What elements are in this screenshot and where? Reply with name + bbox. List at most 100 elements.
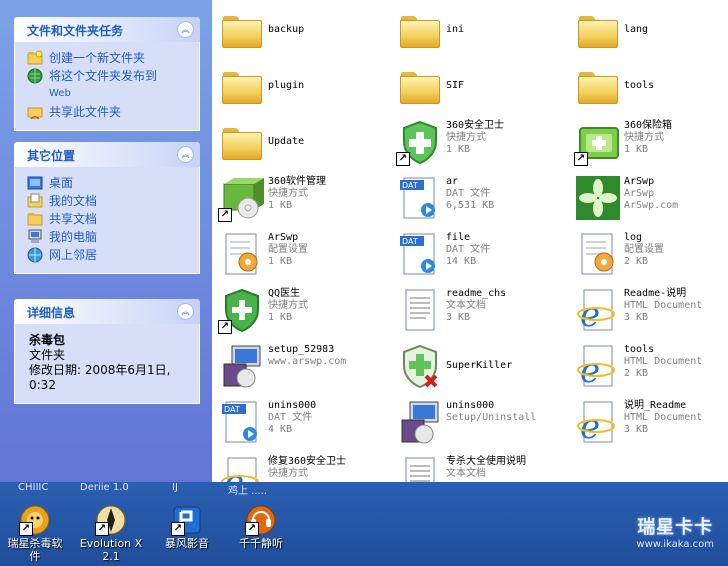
file-type: 快捷方式 — [446, 132, 486, 143]
place-shared-documents[interactable]: 共享文档 — [27, 211, 191, 227]
place-network[interactable]: 网上邻居 — [27, 247, 191, 263]
svg-text:e: e — [580, 351, 600, 390]
file-type: 快捷方式 — [268, 188, 308, 199]
file-type: 快捷方式 — [268, 300, 308, 311]
panel-header[interactable]: 详细信息 ︽ — [14, 299, 200, 324]
file-name: 360保险箱 — [624, 120, 673, 131]
desktop-shortcut[interactable]: ↗ 千千静听 — [226, 504, 296, 549]
detail-type: 文件夹 — [29, 348, 66, 362]
place-label: 共享文档 — [49, 212, 98, 226]
file-item[interactable]: readme_chs 文本文档 3 KB — [390, 282, 565, 338]
file-name: 专杀大全使用说明 — [446, 456, 526, 467]
publish-web-icon — [27, 68, 43, 84]
panel-header[interactable]: 文件和文件夹任务 ︽ — [14, 17, 200, 42]
place-my-computer[interactable]: 我的电脑 — [27, 229, 191, 245]
task-share-folder[interactable]: 共享此文件夹 — [27, 104, 191, 120]
rising-lion-icon: ↗ — [19, 504, 51, 536]
svg-text:e: e — [580, 295, 600, 334]
panel-header[interactable]: 其它位置 ︽ — [14, 142, 200, 167]
file-item[interactable]: tools — [568, 58, 728, 114]
folder-icon — [218, 6, 266, 54]
task-label: 共享此文件夹 — [49, 105, 122, 119]
details-panel: 详细信息 ︽ 杀毒包 文件夹 修改日期: 2008年6月1日, 0:32 — [14, 299, 200, 404]
desktop-shortcut[interactable]: ↗ Evolution X 2.1 — [76, 504, 146, 562]
file-item[interactable]: DAT file DAT 文件 14 KB — [390, 226, 565, 282]
arswp-leaf-icon — [574, 174, 622, 222]
file-type: HTML Document — [624, 300, 703, 311]
file-name: 360安全卫士 — [446, 120, 505, 131]
file-item[interactable]: ArSwp 配置设置 1 KB — [212, 226, 387, 282]
shortcut-arrow-icon: ↗ — [218, 320, 232, 334]
storm-player-icon: ↗ — [171, 504, 203, 536]
shortcut-label: 千千静听 — [239, 537, 283, 550]
file-size: 1 KB — [268, 312, 293, 323]
file-item[interactable]: SuperKiller — [390, 338, 565, 394]
file-name: tools — [624, 344, 655, 355]
file-item[interactable]: ↗ 360安全卫士 快捷方式 1 KB — [390, 114, 565, 170]
file-type: 快捷方式 — [624, 132, 664, 143]
evolution-icon: ↗ — [95, 504, 127, 536]
file-type: 快捷方式 — [268, 468, 308, 479]
file-item[interactable]: plugin — [212, 58, 387, 114]
file-name: file — [446, 232, 471, 243]
file-size: 1 KB — [624, 144, 649, 155]
folder-icon — [574, 62, 622, 110]
file-item[interactable]: 专杀大全使用说明 文本文档 — [390, 450, 565, 482]
desktop-shortcut[interactable]: ↗ 瑞星杀毒软 件 — [0, 504, 70, 562]
desktop-label-fragment: IJ — [172, 482, 178, 493]
file-type: HTML Document — [624, 412, 703, 423]
file-item[interactable]: DAT unins000 DAT 文件 4 KB — [212, 394, 387, 450]
file-name: SIF — [446, 80, 465, 91]
file-item[interactable]: ↗ 360保险箱 快捷方式 1 KB — [568, 114, 728, 170]
shortcut-label: Evolution X — [79, 537, 143, 550]
ikaka-watermark: 瑞星卡卡 www.ikaka.com — [636, 513, 714, 550]
file-item[interactable]: e 说明_Readme HTML Document 3 KB — [568, 394, 728, 450]
shortcut-arrow-icon: ↗ — [218, 208, 232, 222]
my-computer-icon — [27, 229, 43, 245]
file-name: Readme-说明 — [624, 288, 687, 299]
file-name: backup — [268, 24, 305, 35]
task-publish-web[interactable]: 将这个文件夹发布到 Web — [27, 68, 191, 102]
desktop-shortcut[interactable]: ↗ 暴风影音 — [152, 504, 222, 549]
place-my-documents[interactable]: 我的文档 — [27, 193, 191, 209]
file-name: unins000 — [268, 400, 317, 411]
collapse-chevron-icon[interactable]: ︽ — [177, 21, 194, 38]
file-item[interactable]: ArSwp ArSwp ArSwp.com — [568, 170, 728, 226]
shortcut-label: 暴风影音 — [165, 537, 209, 550]
file-item[interactable]: unins000 Setup/Uninstall — [390, 394, 565, 450]
file-item[interactable]: e Readme-说明 HTML Document 3 KB — [568, 282, 728, 338]
file-item[interactable]: setup_52983 www.arswp.com — [212, 338, 387, 394]
collapse-chevron-icon[interactable]: ︽ — [177, 303, 194, 320]
file-item[interactable]: Update — [212, 114, 387, 170]
collapse-chevron-icon[interactable]: ︽ — [177, 146, 194, 163]
file-item[interactable]: backup — [212, 2, 387, 58]
shortcut-arrow-icon: ↗ — [245, 522, 259, 536]
file-item[interactable]: ↗ 360软件管理 快捷方式 1 KB — [212, 170, 387, 226]
file-item[interactable]: e 修复360安全卫士快捷方式 — [212, 450, 387, 482]
file-name: 360软件管理 — [268, 176, 327, 187]
file-size: 14 KB — [446, 256, 477, 267]
place-desktop[interactable]: 桌面 — [27, 175, 191, 191]
file-item[interactable]: ini — [390, 2, 565, 58]
panel-body: 创建一个新文件夹 将这个文件夹发布到 Web 共享此文件夹 — [14, 42, 200, 131]
task-new-folder[interactable]: 创建一个新文件夹 — [27, 50, 191, 66]
file-item[interactable]: lang — [568, 2, 728, 58]
file-tasks-panel: 文件和文件夹任务 ︽ 创建一个新文件夹 将这个文件夹发布到 Web 共享此文件夹 — [14, 17, 200, 131]
file-type: www.arswp.com — [268, 356, 347, 367]
folder-icon — [218, 62, 266, 110]
file-item[interactable]: log 配置设置 2 KB — [568, 226, 728, 282]
file-size: 3 KB — [624, 312, 649, 323]
svg-text:DAT: DAT — [224, 405, 240, 414]
desktop-label-fragment: Deriie 1.0 — [80, 482, 129, 493]
file-type: Setup/Uninstall — [446, 412, 537, 423]
file-item[interactable]: SIF — [390, 58, 565, 114]
shortcut-arrow-icon: ↗ — [171, 522, 185, 536]
task-label-web: Web — [49, 88, 71, 99]
file-item[interactable]: e tools HTML Document 2 KB — [568, 338, 728, 394]
config-gear-icon — [218, 230, 266, 278]
superkiller-icon — [396, 342, 444, 390]
file-list: backup ini lang plugin SIF tools Update — [212, 0, 728, 482]
brand-url: www.ikaka.com — [636, 539, 714, 550]
file-item[interactable]: DAT ar DAT 文件 6,531 KB — [390, 170, 565, 226]
file-item[interactable]: ↗ QQ医生 快捷方式 1 KB — [212, 282, 387, 338]
